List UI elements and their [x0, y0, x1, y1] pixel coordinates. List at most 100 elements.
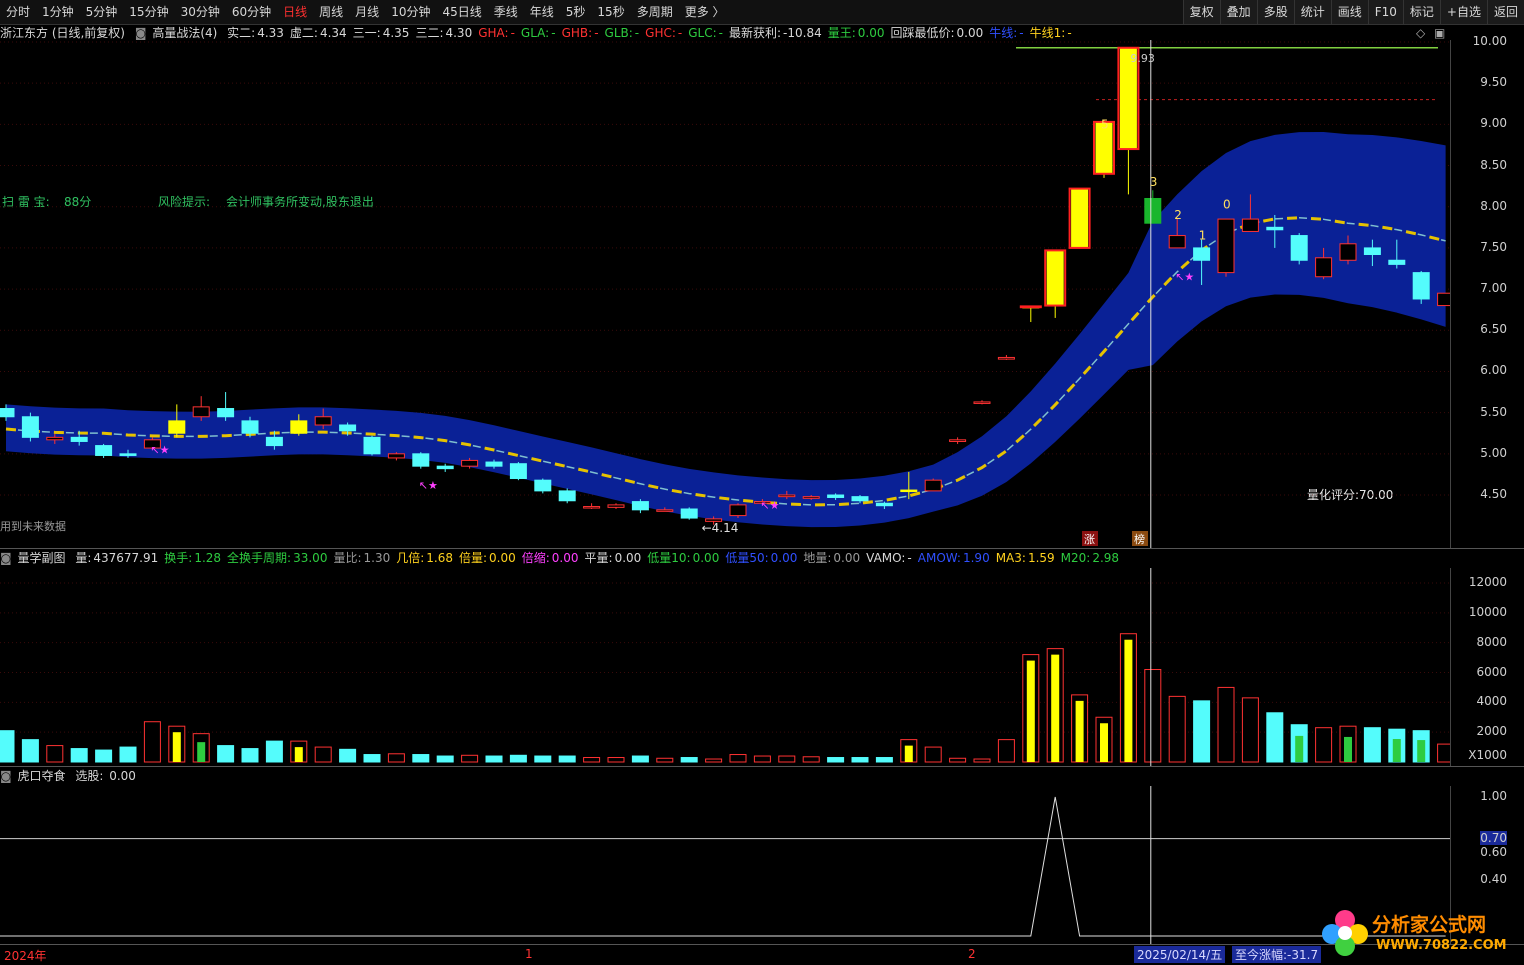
candle-body [1241, 218, 1259, 232]
toolbar-button[interactable]: 返回 [1486, 0, 1524, 24]
period-tab[interactable]: 更多 〉 [679, 0, 731, 24]
period-tab[interactable]: 45日线 [436, 0, 487, 24]
toolbar-button[interactable]: 标记 [1402, 0, 1440, 24]
indicator-number: 4.33 [257, 26, 284, 40]
candle-number: 1 [1199, 229, 1207, 243]
toolbar-button[interactable]: 复权 [1182, 0, 1220, 24]
period-tab[interactable]: 5分钟 [80, 0, 124, 24]
period-tab[interactable]: 月线 [349, 0, 385, 24]
volume-chart[interactable] [0, 568, 1450, 766]
signal-chart[interactable] [0, 786, 1450, 944]
volume-bar [1315, 727, 1333, 763]
indicator-number: 1.28 [194, 551, 222, 565]
period-tab[interactable]: 15分钟 [123, 0, 174, 24]
bottom-title[interactable]: 虎口夺食 [17, 769, 65, 783]
indicator-value: 虚二: [289, 26, 318, 40]
indicator-value: GLB: [604, 26, 633, 40]
volume-bar [851, 757, 869, 763]
volume-bar [241, 748, 259, 763]
indicator-value: 回踩最低价: [890, 26, 955, 40]
candle-number: 2 [1174, 208, 1182, 222]
volume-bar [1363, 727, 1381, 763]
indicator-number: 2.98 [1092, 551, 1120, 565]
toolbar-button[interactable]: 叠加 [1219, 0, 1257, 24]
candle-body [851, 496, 869, 502]
volume-inner-bar [1344, 736, 1352, 762]
indicator-value: 量王: [827, 26, 856, 40]
volume-inner-bar [294, 747, 303, 762]
period-tab[interactable]: 15秒 [591, 0, 630, 24]
candle-body [168, 420, 186, 434]
indicator-number: 4.35 [382, 26, 410, 40]
period-tab[interactable]: 1分钟 [36, 0, 80, 24]
candle-body [509, 463, 527, 480]
period-tab[interactable]: 5秒 [560, 0, 592, 24]
toolbar-button[interactable]: 多股 [1256, 0, 1294, 24]
candle-body [485, 461, 503, 467]
axis-tick-label: 6000 [1476, 664, 1507, 679]
toolbar-button[interactable]: 画线 [1330, 0, 1368, 24]
indicator-value: GHA: [478, 26, 509, 40]
candle-body [997, 356, 1015, 360]
candle-body [70, 436, 88, 442]
collapse-icon[interactable]: ◙ [135, 26, 147, 40]
indicator-number: 0.00 [956, 26, 984, 40]
volume-bar [363, 754, 381, 763]
period-tab[interactable]: 60分钟 [226, 0, 277, 24]
candle-number: 0 [1223, 197, 1231, 211]
volume-inner-bar [1417, 740, 1426, 762]
candle-body [827, 494, 845, 498]
bang-marker: 榜 [1134, 532, 1145, 546]
indicator-value: 平量: [584, 551, 613, 565]
volume-bar [656, 757, 674, 763]
candlestick-chart[interactable]: ←4.14 9.93 5 3 2 1 0 涨 榜 ↖★ ↖★ ↖★ ↖★ [0, 40, 1450, 548]
volume-bar [461, 754, 479, 763]
volume-bar [265, 740, 283, 763]
axis-tick-label: 4000 [1476, 694, 1507, 709]
collapse-icon[interactable]: ◙ [0, 551, 12, 565]
candle-body [461, 459, 479, 467]
indicator-number: 4.30 [445, 26, 473, 40]
period-tab[interactable]: 分时 [0, 0, 36, 24]
candle-body [1193, 247, 1211, 261]
volume-bar [729, 754, 747, 763]
period-tab[interactable]: 10分钟 [385, 0, 436, 24]
period-tab[interactable]: 周线 [313, 0, 349, 24]
volume-inner-bar [1392, 739, 1401, 762]
volume-bar [1144, 669, 1162, 763]
candle-body [0, 408, 15, 418]
volume-title[interactable]: 量学副图 [17, 551, 65, 565]
period-tab[interactable]: 年线 [524, 0, 560, 24]
candle-body [607, 504, 625, 508]
volume-bar [387, 753, 405, 763]
volume-bar [70, 748, 88, 763]
candle-body [387, 453, 405, 459]
volume-bar [802, 756, 820, 763]
candle-body [1266, 226, 1284, 231]
indicator-number: - [907, 551, 912, 565]
toolbar-button[interactable]: 统计 [1293, 0, 1331, 24]
period-tab[interactable]: 多周期 [631, 0, 679, 24]
candle-body [1217, 218, 1235, 274]
indicator-number: 437677.91 [93, 551, 159, 565]
collapse-icon[interactable]: ◙ [0, 769, 12, 783]
indicator-name[interactable]: 高量战法(4) [152, 26, 217, 40]
axis-tick-label: 5.00 [1480, 445, 1507, 460]
indicator-value: MA3: [995, 551, 1026, 565]
toolbar-button[interactable]: F10 [1367, 0, 1403, 24]
volume-bar [997, 739, 1015, 763]
window-icon[interactable]: ▣ [1434, 26, 1445, 40]
volume-bar [607, 757, 625, 763]
candle-body [21, 416, 39, 438]
toolbar-button[interactable]: +自选 [1439, 0, 1487, 24]
period-tab[interactable]: 30分钟 [175, 0, 226, 24]
indicator-value: 倍量: [458, 551, 488, 565]
volume-inner-bar [1026, 660, 1035, 762]
candle-body [192, 406, 210, 418]
volume-bar [753, 755, 771, 763]
axis-tick-label: 5.50 [1480, 404, 1507, 419]
indicator-number: 4.34 [319, 26, 347, 40]
diamond-icon[interactable]: ◇ [1416, 26, 1425, 40]
period-tab[interactable]: 季线 [488, 0, 524, 24]
period-tab[interactable]: 日线 [277, 0, 313, 24]
